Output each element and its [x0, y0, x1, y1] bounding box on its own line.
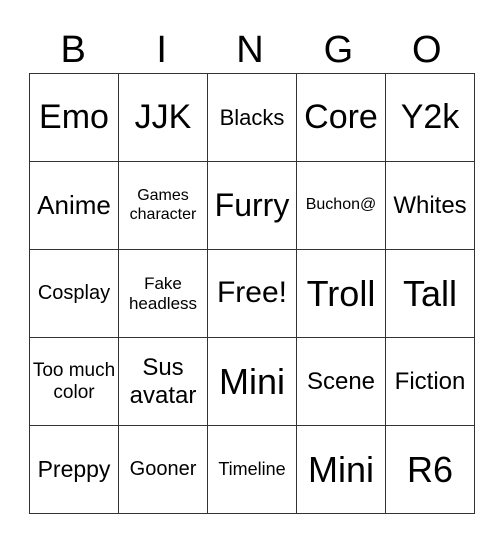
bingo-cell[interactable]: Fake headless — [118, 249, 208, 338]
bingo-cell[interactable]: Games character — [118, 161, 208, 250]
header-letter-n: N — [236, 29, 264, 71]
header-letter-b: B — [60, 29, 86, 71]
bingo-row: Cosplay Fake headless Free! Troll Tall — [29, 249, 475, 338]
header-letter-g: G — [323, 29, 354, 71]
bingo-cell[interactable]: Sus avatar — [118, 337, 208, 426]
bingo-row: Anime Games character Furry Buchon@ Whites — [29, 161, 475, 250]
bingo-cell[interactable]: Free! — [207, 249, 297, 338]
bingo-row: Too much color Sus avatar Mini Scene Fiction — [29, 337, 475, 426]
bingo-cell[interactable]: Mini — [296, 425, 386, 514]
bingo-cell[interactable]: Cosplay — [29, 249, 119, 338]
bingo-cell[interactable]: JJK — [118, 73, 208, 162]
bingo-cell[interactable]: Gooner — [118, 425, 208, 514]
bingo-cell[interactable]: Buchon@ — [296, 161, 386, 250]
bingo-row: Preppy Gooner Timeline Mini R6 — [29, 425, 475, 514]
bingo-grid: Emo JJK Blacks Core Y2k Anime Games character F… — [29, 73, 475, 514]
bingo-cell[interactable]: Furry — [207, 161, 297, 250]
bingo-cell[interactable]: Anime — [29, 161, 119, 250]
header-letter-o: O — [412, 29, 442, 71]
bingo-cell[interactable]: R6 — [385, 425, 475, 514]
bingo-header: B I N G O — [29, 28, 471, 73]
bingo-cell[interactable]: Too much color — [29, 337, 119, 426]
bingo-cell[interactable]: Troll — [296, 249, 386, 338]
bingo-cell[interactable]: Fiction — [385, 337, 475, 426]
bingo-cell[interactable]: Emo — [29, 73, 119, 162]
bingo-cell[interactable]: Core — [296, 73, 386, 162]
bingo-cell[interactable]: Tall — [385, 249, 475, 338]
bingo-cell[interactable]: Preppy — [29, 425, 119, 514]
bingo-row: Emo JJK Blacks Core Y2k — [29, 73, 475, 162]
bingo-cell[interactable]: Y2k — [385, 73, 475, 162]
bingo-cell[interactable]: Blacks — [207, 73, 297, 162]
bingo-cell[interactable]: Scene — [296, 337, 386, 426]
bingo-cell[interactable]: Timeline — [207, 425, 297, 514]
header-letter-i: I — [156, 29, 167, 71]
bingo-cell[interactable]: Mini — [207, 337, 297, 426]
bingo-cell[interactable]: Whites — [385, 161, 475, 250]
